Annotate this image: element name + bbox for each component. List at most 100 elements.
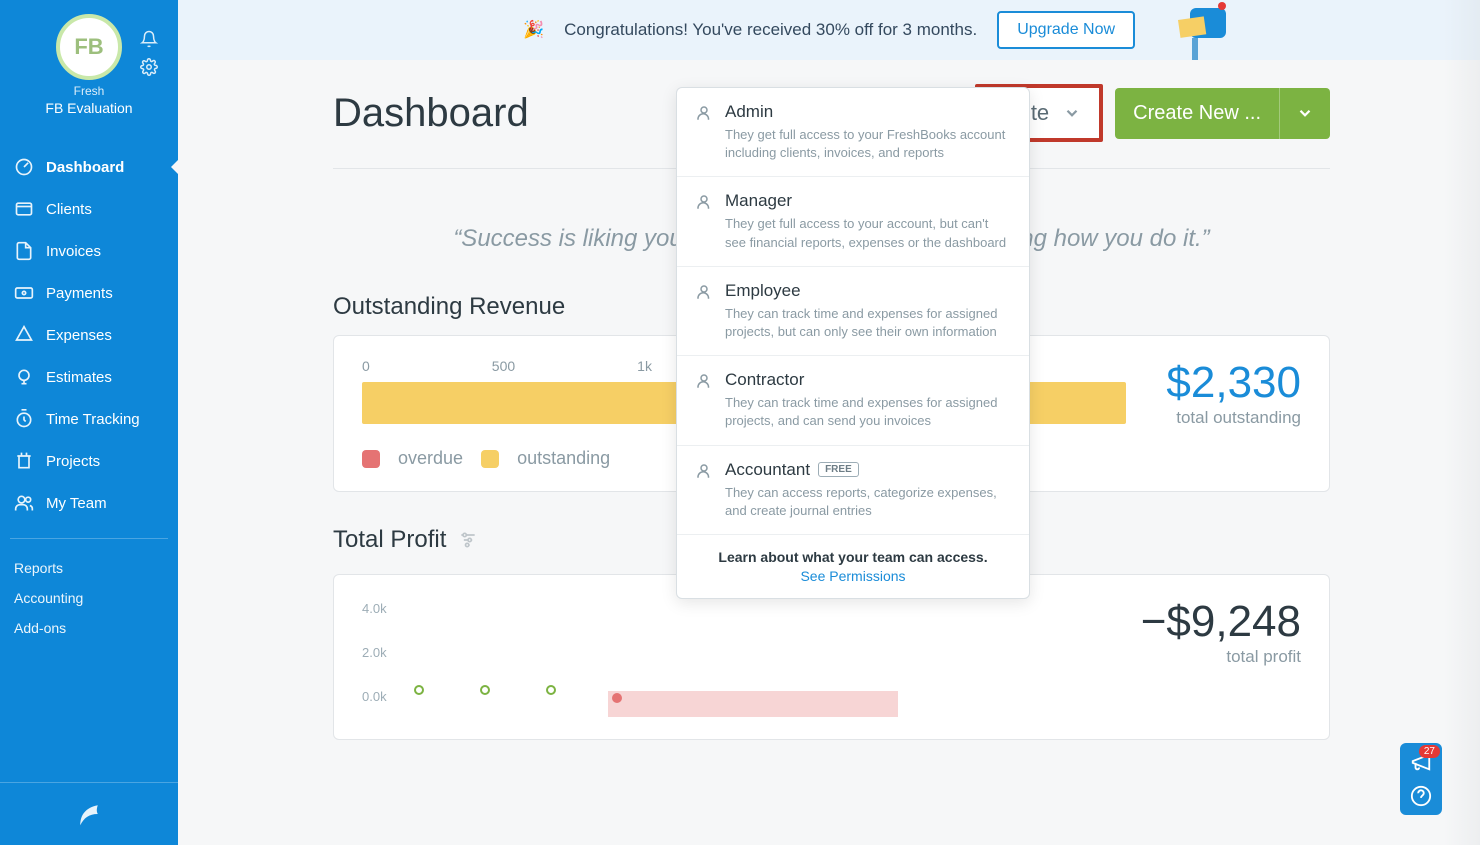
- upgrade-button[interactable]: Upgrade Now: [997, 11, 1135, 49]
- scrollbar-hint: [1444, 0, 1480, 845]
- nav-label: Dashboard: [46, 159, 124, 176]
- chevron-down-icon: [1063, 104, 1081, 122]
- nav-label: Time Tracking: [46, 411, 140, 428]
- leaf-icon[interactable]: [74, 799, 104, 829]
- revenue-sub: total outstanding: [1166, 408, 1301, 428]
- clock-icon: [14, 409, 34, 429]
- person-icon: [695, 462, 713, 520]
- ytick: 0.0k: [362, 689, 387, 704]
- profit-plot: [408, 597, 1101, 717]
- invite-option-employee[interactable]: Employee They can track time and expense…: [677, 267, 1029, 356]
- page-title: Dashboard: [333, 91, 529, 136]
- dd-title: Admin: [725, 102, 1011, 122]
- nav-my-team[interactable]: My Team: [0, 482, 178, 524]
- promo-text: Congratulations! You've received 30% off…: [564, 20, 977, 40]
- dd-desc: They can track time and expenses for ass…: [725, 305, 1011, 341]
- nav-label: Estimates: [46, 369, 112, 386]
- team-icon: [14, 493, 34, 513]
- nav-label: Projects: [46, 453, 100, 470]
- dropdown-footer: Learn about what your team can access. S…: [677, 535, 1029, 598]
- legend-swatch-overdue: [362, 450, 380, 468]
- profit-point: [414, 685, 424, 695]
- nav-separator: [10, 538, 168, 539]
- sidebar: FB Fresh FB Evaluation Dashboard Clients…: [0, 0, 178, 845]
- nav-invoices[interactable]: Invoices: [0, 230, 178, 272]
- projects-icon: [14, 451, 34, 471]
- nav-label: Expenses: [46, 327, 112, 344]
- nav-expenses[interactable]: Expenses: [0, 314, 178, 356]
- dd-desc: They get full access to your account, bu…: [725, 215, 1011, 251]
- nav-time-tracking[interactable]: Time Tracking: [0, 398, 178, 440]
- profit-title-text: Total Profit: [333, 526, 446, 554]
- help-icon[interactable]: [1410, 785, 1432, 807]
- invite-dropdown: Admin They get full access to your Fresh…: [676, 87, 1030, 599]
- help-widget: 27: [1400, 743, 1442, 815]
- create-chevron[interactable]: [1279, 88, 1330, 139]
- gear-icon[interactable]: [140, 58, 158, 76]
- profit-loss-shade: [608, 691, 898, 717]
- profit-point: [480, 685, 490, 695]
- nav-label: Invoices: [46, 243, 101, 260]
- nav: Dashboard Clients Invoices Payments Expe…: [0, 146, 178, 643]
- see-permissions-link[interactable]: See Permissions: [691, 568, 1015, 584]
- clients-icon: [14, 199, 34, 219]
- user-line2: FB Evaluation: [10, 100, 168, 116]
- profit-point-loss: [612, 693, 622, 703]
- dd-desc: They can track time and expenses for ass…: [725, 394, 1011, 430]
- sidebar-footer: [0, 782, 178, 845]
- tick: 1k: [637, 358, 652, 374]
- dd-title: Employee: [725, 281, 1011, 301]
- nav-label: Accounting: [14, 590, 83, 606]
- mailbox-icon: [1150, 0, 1230, 60]
- profit-point: [546, 685, 556, 695]
- payments-icon: [14, 283, 34, 303]
- nav-label: Clients: [46, 201, 92, 218]
- filter-icon[interactable]: [458, 530, 478, 550]
- dd-desc: They can access reports, categorize expe…: [725, 484, 1011, 520]
- estimates-icon: [14, 367, 34, 387]
- nav-dashboard[interactable]: Dashboard: [0, 146, 178, 188]
- nav-label: Reports: [14, 560, 63, 576]
- invite-option-contractor[interactable]: Contractor They can track time and expen…: [677, 356, 1029, 445]
- nav-projects[interactable]: Projects: [0, 440, 178, 482]
- confetti-icon: 🎉: [523, 20, 544, 40]
- sidebar-header: FB Fresh FB Evaluation: [0, 0, 178, 124]
- announce-badge: 27: [1419, 745, 1440, 758]
- free-badge: FREE: [818, 462, 859, 477]
- dd-title: Manager: [725, 191, 1011, 211]
- invite-option-manager[interactable]: Manager They get full access to your acc…: [677, 177, 1029, 266]
- nav-payments[interactable]: Payments: [0, 272, 178, 314]
- revenue-total: $2,330 total outstanding: [1166, 358, 1301, 428]
- person-icon: [695, 372, 713, 430]
- promo-bar: 🎉 Congratulations! You've received 30% o…: [178, 0, 1480, 60]
- dd-footer-lead: Learn about what your team can access.: [691, 549, 1015, 565]
- nav-add-ons[interactable]: Add-ons: [0, 613, 178, 643]
- ytick: 4.0k: [362, 601, 387, 616]
- person-icon: [695, 104, 713, 162]
- invite-option-accountant[interactable]: Accountant FREE They can access reports,…: [677, 446, 1029, 535]
- profit-card: 4.0k 2.0k 0.0k −$9,248 total profit: [333, 574, 1330, 740]
- create-new-button[interactable]: Create New ...: [1115, 88, 1330, 139]
- nav-accounting[interactable]: Accounting: [0, 583, 178, 613]
- legend-outstanding: outstanding: [517, 448, 610, 469]
- tick: 0: [362, 358, 370, 374]
- create-label: Create New ...: [1115, 88, 1279, 139]
- profit-amount: −$9,248: [1141, 597, 1301, 647]
- dd-title: Contractor: [725, 370, 1011, 390]
- invite-option-admin[interactable]: Admin They get full access to your Fresh…: [677, 88, 1029, 177]
- upgrade-label: Upgrade Now: [1017, 21, 1115, 38]
- expenses-icon: [14, 325, 34, 345]
- ytick: 2.0k: [362, 645, 387, 660]
- nav-label: Payments: [46, 285, 113, 302]
- nav-clients[interactable]: Clients: [0, 188, 178, 230]
- nav-reports[interactable]: Reports: [0, 553, 178, 583]
- avatar[interactable]: FB: [56, 14, 122, 80]
- profit-sub: total profit: [1141, 647, 1301, 667]
- announce-icon[interactable]: 27: [1410, 751, 1432, 773]
- bell-icon[interactable]: [140, 30, 158, 48]
- legend-overdue: overdue: [398, 448, 463, 469]
- dd-title-text: Accountant: [725, 460, 810, 480]
- person-icon: [695, 193, 713, 251]
- profit-total: −$9,248 total profit: [1141, 597, 1301, 717]
- nav-estimates[interactable]: Estimates: [0, 356, 178, 398]
